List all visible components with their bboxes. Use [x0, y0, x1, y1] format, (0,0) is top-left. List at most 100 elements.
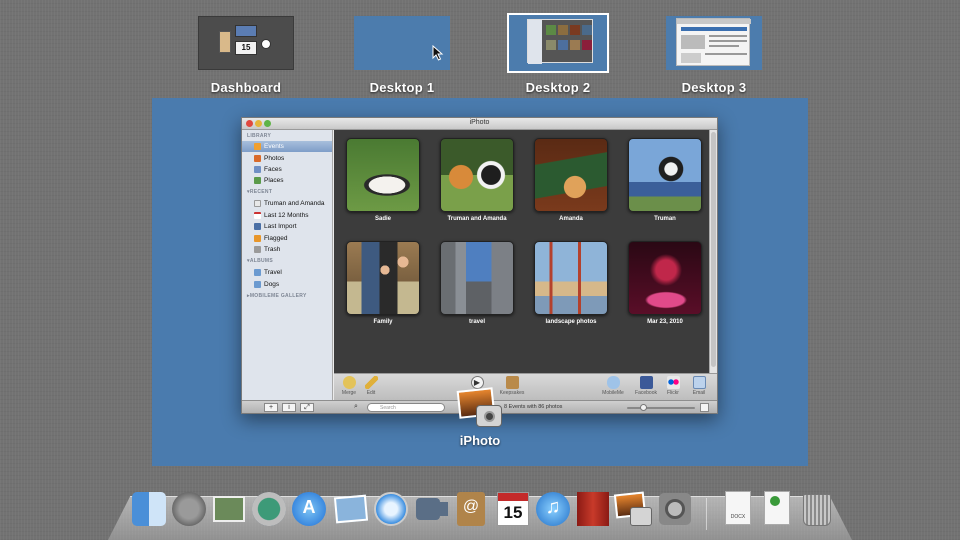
photos-icon — [254, 155, 261, 162]
iphoto-icon[interactable] — [613, 490, 652, 528]
edit-button[interactable]: Edit — [356, 376, 386, 400]
recent-heading: ▾RECENT — [247, 189, 273, 195]
merge-icon — [342, 376, 356, 389]
sidebar-item-last-12-months[interactable]: Last 12 Months — [242, 210, 332, 221]
desktop-2-iphoto-preview — [527, 19, 593, 64]
scrollbar-thumb[interactable] — [711, 132, 716, 367]
safari-icon[interactable] — [372, 490, 410, 528]
space-desktop-2-thumbnail[interactable] — [507, 13, 609, 73]
event-title: Mar 23, 2010 — [647, 319, 683, 325]
email-button[interactable]: Email — [684, 376, 714, 400]
iphoto-window[interactable]: iPhoto LIBRARY Events Photos Faces Place… — [241, 117, 718, 414]
sidebar-item-trash[interactable]: Trash — [242, 244, 332, 255]
itunes-icon[interactable]: ♫ — [534, 490, 572, 528]
full-view-button[interactable] — [700, 403, 709, 412]
facebook-button[interactable]: Facebook — [631, 376, 661, 400]
event-thumbnail — [534, 138, 608, 212]
time-machine-icon[interactable] — [250, 490, 288, 528]
address-book-icon[interactable]: @ — [452, 490, 490, 528]
calendar-icon — [254, 212, 261, 219]
mail-icon[interactable] — [332, 490, 370, 528]
photo-browser-icon[interactable] — [210, 490, 248, 528]
event-mar-23-2010[interactable]: Mar 23, 2010 — [628, 241, 702, 331]
event-truman[interactable]: Truman — [628, 138, 702, 228]
event-thumbnail — [628, 241, 702, 315]
faces-icon — [254, 166, 261, 173]
email-icon — [692, 376, 706, 389]
event-family[interactable]: Family — [346, 241, 420, 331]
event-landscape-photos[interactable]: landscape photos — [534, 241, 608, 331]
library-heading: LIBRARY — [247, 133, 272, 139]
document-icon[interactable] — [758, 490, 796, 528]
iphoto-app-icon — [456, 387, 502, 431]
window-titlebar[interactable]: iPhoto — [242, 118, 717, 130]
zoom-slider-knob[interactable] — [640, 404, 647, 411]
event-truman-and-amanda[interactable]: Truman and Amanda — [440, 138, 514, 228]
facebook-icon — [639, 376, 653, 389]
space-desktop-3-thumbnail[interactable] — [666, 16, 762, 70]
finder-icon[interactable] — [130, 490, 168, 528]
event-travel[interactable]: travel — [440, 241, 514, 331]
mouse-pointer-icon — [432, 45, 444, 61]
event-thumbnail — [628, 138, 702, 212]
mobileme-button[interactable]: MobileMe — [598, 376, 628, 400]
space-desktop-1-thumbnail[interactable] — [354, 16, 450, 70]
launchpad-icon[interactable] — [170, 490, 208, 528]
ical-day: 15 — [503, 503, 523, 522]
space-dashboard-thumbnail[interactable]: 15 — [198, 16, 294, 70]
window-title: iPhoto — [469, 119, 490, 126]
calendar-widget: 15 — [235, 41, 257, 55]
info-button[interactable]: i — [282, 403, 296, 412]
ical-icon[interactable]: 15 — [494, 490, 532, 528]
event-thumbnail — [534, 241, 608, 315]
cloud-icon — [606, 376, 620, 389]
clock-widget — [261, 39, 271, 49]
space-label-dashboard: Dashboard — [210, 80, 282, 95]
flickr-icon — [666, 376, 680, 389]
event-thumbnail — [346, 241, 420, 315]
calculator-widget — [219, 31, 231, 53]
sidebar-item-last-import[interactable]: Last Import — [242, 221, 332, 232]
weather-widget — [235, 25, 257, 37]
sidebar-item-truman-and-amanda[interactable]: Truman and Amanda — [242, 198, 332, 209]
event-thumbnail — [440, 138, 514, 212]
sidebar-item-places[interactable]: Places — [242, 175, 332, 186]
system-preferences-icon[interactable] — [656, 490, 694, 528]
event-thumbnail — [346, 138, 420, 212]
dragged-window-app-label: iPhoto — [459, 433, 501, 448]
sidebar-item-dogs[interactable]: Dogs — [242, 279, 332, 290]
event-title: Truman — [654, 216, 676, 222]
events-icon — [254, 143, 261, 150]
event-amanda[interactable]: Amanda — [534, 138, 608, 228]
app-store-icon[interactable]: A — [290, 490, 328, 528]
event-sadie[interactable]: Sadie — [346, 138, 420, 228]
places-icon — [254, 177, 261, 184]
docx-label: DOCX — [730, 514, 746, 520]
sidebar-item-photos[interactable]: Photos — [242, 153, 332, 164]
sidebar-item-events[interactable]: Events — [242, 141, 332, 152]
trash-icon[interactable] — [798, 490, 836, 528]
sidebar-item-travel[interactable]: Travel — [242, 267, 332, 278]
fullscreen-button[interactable]: ⤢ — [300, 403, 314, 412]
sidebar-item-faces[interactable]: Faces — [242, 164, 332, 175]
events-grid[interactable]: Sadie Truman and Amanda Amanda Truman Fa… — [334, 130, 709, 373]
add-button[interactable]: + — [264, 403, 278, 412]
zoom-slider[interactable] — [627, 407, 695, 409]
keepsakes-icon — [505, 376, 519, 389]
photo-booth-icon[interactable] — [574, 490, 612, 528]
search-input[interactable]: Search — [367, 403, 445, 412]
pencil-icon — [364, 376, 378, 389]
event-icon — [254, 200, 261, 207]
mobileme-gallery-heading[interactable]: ▸MOBILEME GALLERY — [247, 293, 307, 299]
sidebar-item-flagged[interactable]: Flagged — [242, 233, 332, 244]
facetime-icon[interactable] — [412, 490, 450, 528]
desktop-3-browser-preview — [676, 18, 751, 66]
docx-document-icon[interactable]: DOCX — [720, 490, 758, 528]
import-icon — [254, 223, 261, 230]
bottom-toolbar: Merge Edit ▶ Keepsakes MobileMe Facebook… — [334, 373, 717, 400]
space-label-desktop-1: Desktop 1 — [369, 80, 435, 95]
vertical-scrollbar[interactable] — [709, 130, 717, 373]
status-text: 8 Events with 86 photos — [504, 404, 563, 410]
space-label-desktop-2: Desktop 2 — [525, 80, 591, 95]
album-icon — [254, 269, 261, 276]
